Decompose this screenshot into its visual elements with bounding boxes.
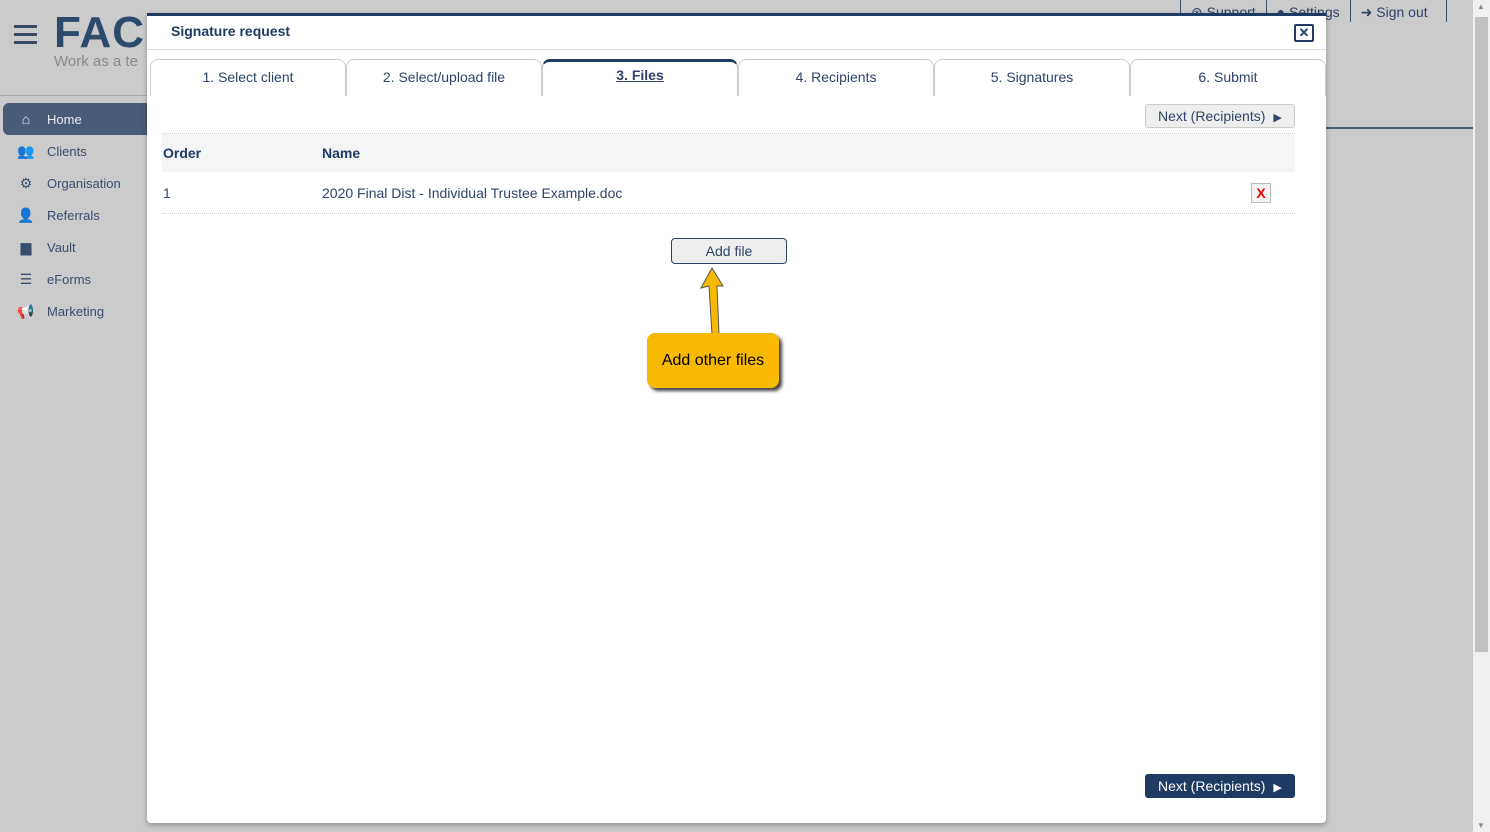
caret-right-icon: ▶ xyxy=(1273,112,1282,124)
tab-files[interactable]: 3. Files xyxy=(542,59,738,96)
delete-file-button[interactable]: X xyxy=(1251,183,1271,203)
tab-signatures[interactable]: 5. Signatures xyxy=(934,59,1130,96)
label: Home xyxy=(47,111,82,127)
scrollbar-thumb[interactable] xyxy=(1475,17,1488,652)
tab-select-upload-file[interactable]: 2. Select/upload file xyxy=(346,59,542,96)
sidebar-item-marketing[interactable]: 📢 Marketing xyxy=(3,295,147,327)
label: Next (Recipients) xyxy=(1158,108,1266,124)
logo: FAC xyxy=(54,8,145,57)
caret-right-icon: ▶ xyxy=(1273,782,1282,794)
name-cell: 2020 Final Dist - Individual Trustee Exa… xyxy=(322,184,623,201)
add-file-button[interactable]: Add file xyxy=(671,238,787,264)
sidebar-item-vault[interactable]: ▆ Vault xyxy=(3,231,147,263)
list-icon: ☰ xyxy=(19,270,33,287)
wizard-tabs: 1. Select client 2. Select/upload file 3… xyxy=(150,59,1326,96)
label: Clients xyxy=(47,143,87,159)
label: Next (Recipients) xyxy=(1158,778,1266,794)
users-cog-icon: ⚙ xyxy=(19,174,33,191)
header-order: Order xyxy=(163,145,202,161)
archive-icon: ▆ xyxy=(20,238,32,255)
tab-select-client[interactable]: 1. Select client xyxy=(150,59,346,96)
sidebar-item-home[interactable]: ⌂ Home xyxy=(3,103,147,135)
tab-recipients[interactable]: 4. Recipients xyxy=(738,59,934,96)
label: Sign out xyxy=(1376,4,1428,20)
callout-arrow-icon xyxy=(700,267,724,335)
background-divider xyxy=(1326,127,1473,129)
signature-request-modal: Signature request ✕ 1. Select client 2. … xyxy=(147,13,1326,823)
next-recipients-button-top[interactable]: Next (Recipients) ▶ xyxy=(1145,104,1295,128)
next-recipients-button-bottom[interactable]: Next (Recipients) ▶ xyxy=(1145,774,1295,798)
header-name: Name xyxy=(322,145,361,161)
user-friends-icon: 👤 xyxy=(17,206,35,223)
sidebar-item-clients[interactable]: 👥 Clients xyxy=(3,135,147,167)
modal-title: Signature request xyxy=(147,16,1326,50)
scrollbar[interactable]: ▲ ▼ xyxy=(1473,0,1490,832)
label: Referrals xyxy=(47,207,100,223)
callout-tooltip: Add other files xyxy=(647,333,779,388)
users-icon: 👥 xyxy=(17,142,35,159)
scroll-down-icon[interactable]: ▼ xyxy=(1477,821,1485,830)
scroll-up-icon[interactable]: ▲ xyxy=(1477,2,1485,11)
label: Organisation xyxy=(47,175,121,191)
label: Marketing xyxy=(47,303,105,319)
home-icon: ⌂ xyxy=(21,111,31,127)
files-table: Order Name 1 2020 Final Dist - Individual … xyxy=(162,133,1295,214)
sidebar: ⌂ Home 👥 Clients ⚙ Organisation 👤 Referrals … xyxy=(3,103,147,327)
sidebar-item-organisation[interactable]: ⚙ Organisation xyxy=(3,167,147,199)
signout-link[interactable]: ➜ Sign out xyxy=(1349,0,1447,22)
menu-toggle-icon[interactable] xyxy=(14,25,37,49)
table-row: 1 2020 Final Dist - Individual Trustee Ex… xyxy=(162,172,1295,214)
label: Vault xyxy=(47,239,76,255)
table-header: Order Name xyxy=(162,134,1295,172)
bullhorn-icon: 📢 xyxy=(17,302,35,319)
label: eForms xyxy=(47,271,92,287)
tab-submit[interactable]: 6. Submit xyxy=(1130,59,1326,96)
sidebar-item-eforms[interactable]: ☰ eForms xyxy=(3,263,147,295)
order-cell: 1 xyxy=(163,184,171,201)
divider xyxy=(0,95,147,96)
close-icon[interactable]: ✕ xyxy=(1294,24,1314,42)
tagline: Work as a te xyxy=(54,53,138,70)
sidebar-item-referrals[interactable]: 👤 Referrals xyxy=(3,199,147,231)
